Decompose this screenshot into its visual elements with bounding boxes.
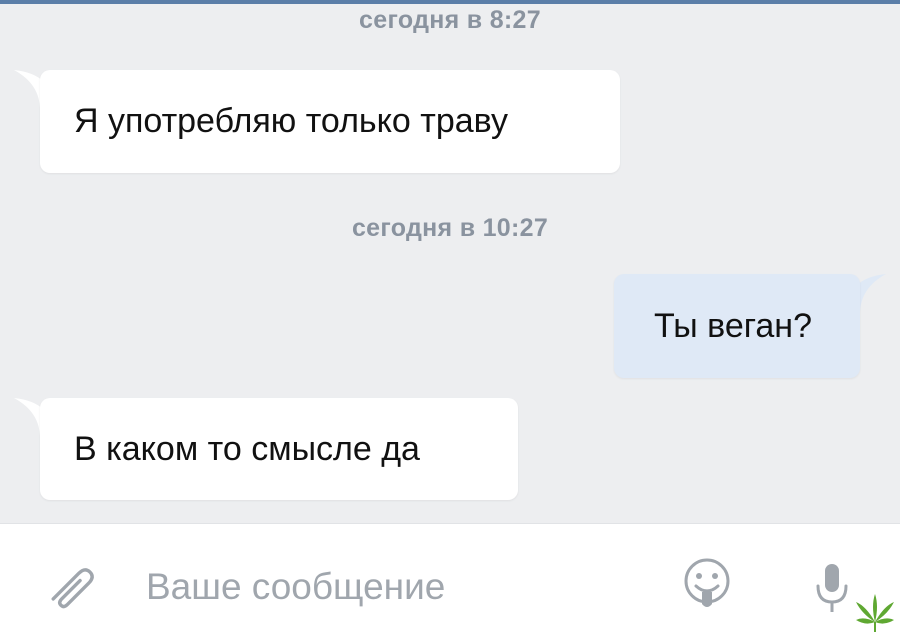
date-separator: сегодня в 8:27 (359, 6, 541, 34)
message-composer (0, 523, 900, 641)
message-text: В каком то смысле да (74, 429, 420, 468)
paperclip-icon[interactable] (46, 562, 100, 616)
message-text: Ты веган? (654, 306, 812, 345)
message-history[interactable]: сегодня в 8:27 Я употребляю только траву… (0, 4, 900, 523)
message-input[interactable]: Ваше сообщение (146, 566, 445, 608)
date-separator: сегодня в 10:27 (351, 214, 549, 242)
cannabis-leaf-icon (856, 594, 894, 632)
microphone-icon[interactable] (812, 560, 852, 616)
outgoing-message[interactable]: Ты веган? (614, 274, 860, 378)
incoming-message[interactable]: В каком то смысле да (40, 398, 518, 500)
smiley-icon[interactable] (682, 556, 732, 612)
message-text: Я употребляю только траву (74, 102, 508, 140)
incoming-message[interactable]: Я употребляю только траву (40, 70, 620, 173)
